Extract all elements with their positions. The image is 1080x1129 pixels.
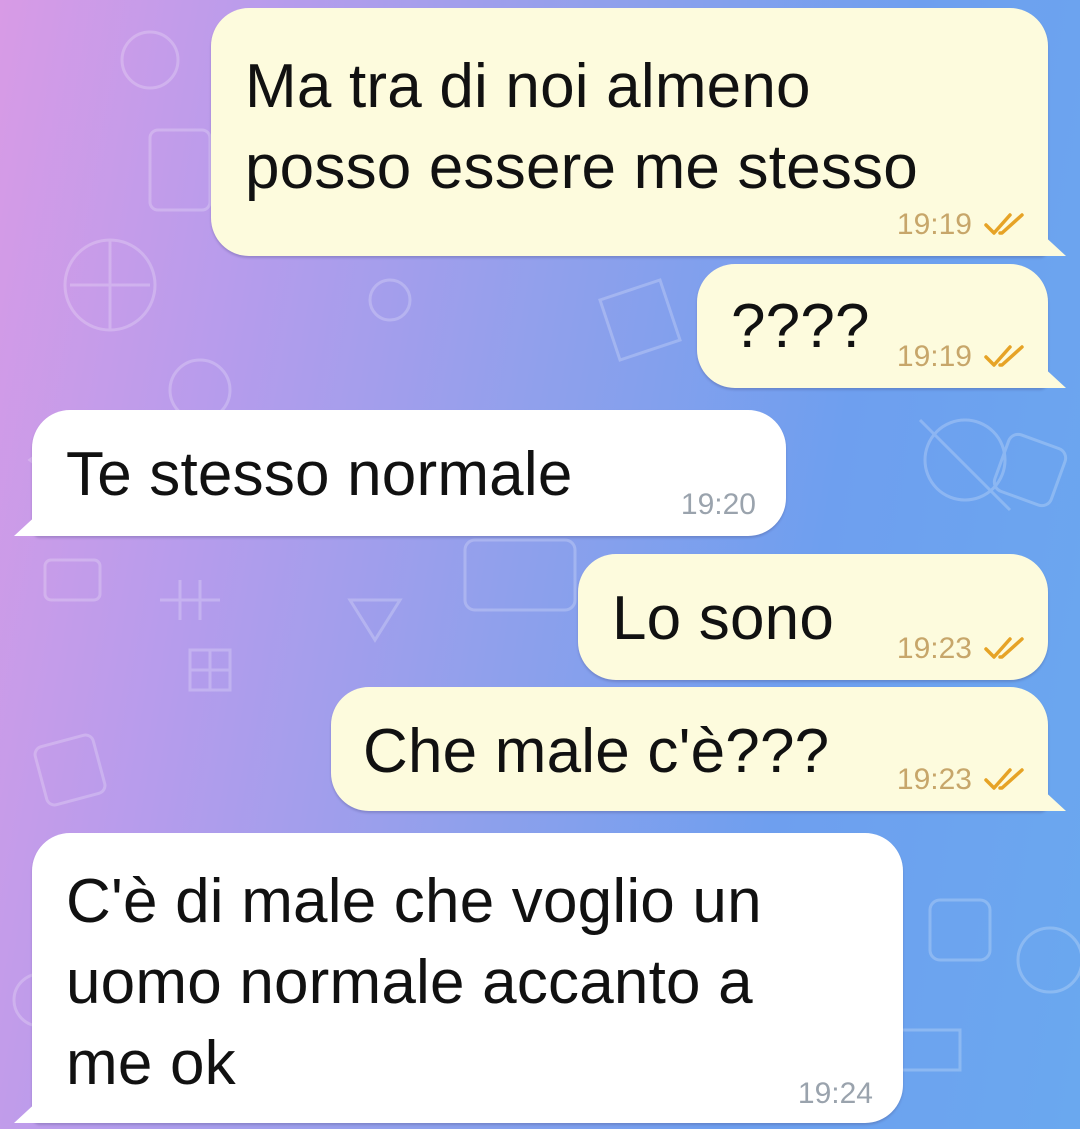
message-meta: 19:23: [897, 763, 1026, 797]
double-check-read-icon: [984, 768, 1024, 790]
message-text: C'è di male che voglio un uomo normale a…: [66, 867, 762, 1098]
double-check-read-icon: [984, 637, 1024, 659]
message-meta: 19:23: [897, 632, 1026, 666]
double-check-read-icon: [984, 345, 1024, 367]
message-text: ????: [731, 292, 870, 361]
message-text: Ma tra di noi almeno posso essere me ste…: [245, 52, 918, 202]
message-text: Lo sono: [612, 584, 835, 653]
double-check-read-icon: [984, 213, 1024, 235]
incoming-message-bubble[interactable]: C'è di male che voglio un uomo normale a…: [32, 833, 903, 1123]
message-text: Te stesso normale: [66, 440, 573, 509]
message-time: 19:19: [896, 340, 972, 373]
outgoing-message-bubble[interactable]: Lo sono 19:23: [578, 554, 1048, 680]
message-meta: 19:24: [798, 1077, 873, 1111]
message-text: Che male c'è???: [363, 717, 830, 786]
message-time: 19:24: [797, 1077, 873, 1110]
outgoing-message-bubble[interactable]: Ma tra di noi almeno posso essere me ste…: [211, 8, 1048, 256]
message-meta: 19:19: [897, 340, 1026, 374]
message-time: 19:19: [896, 208, 972, 241]
message-meta: 19:20: [681, 488, 756, 522]
incoming-message-bubble[interactable]: Te stesso normale 19:20: [32, 410, 786, 536]
message-meta: 19:19: [897, 208, 1026, 242]
outgoing-message-bubble[interactable]: Che male c'è??? 19:23: [331, 687, 1048, 811]
outgoing-message-bubble[interactable]: ???? 19:19: [697, 264, 1048, 388]
message-time: 19:23: [896, 763, 972, 796]
message-time: 19:20: [680, 488, 756, 521]
message-time: 19:23: [896, 632, 972, 665]
